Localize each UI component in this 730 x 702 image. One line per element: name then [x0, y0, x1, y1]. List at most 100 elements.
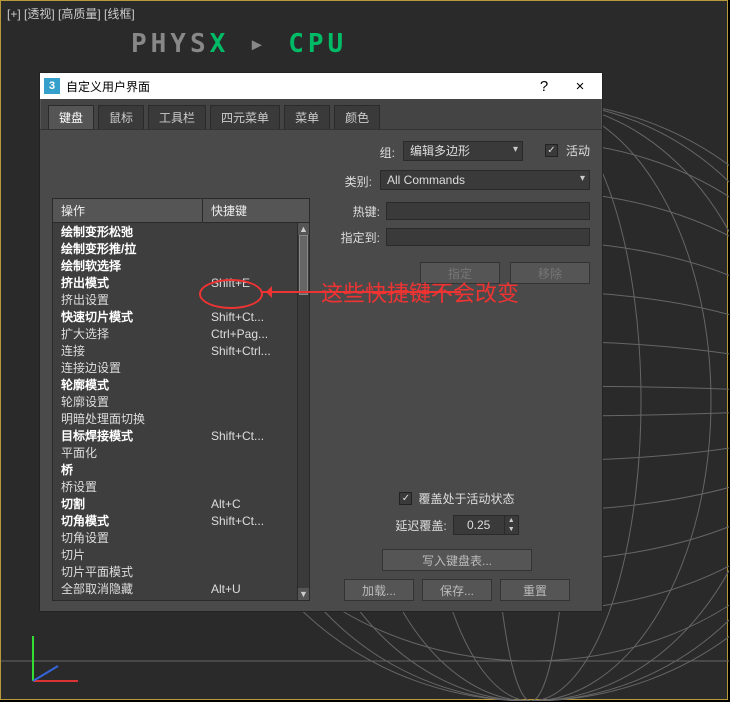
app-icon: 3 [44, 78, 60, 94]
tab-keyboard[interactable]: 键盘 [48, 105, 94, 129]
assigned-label: 指定到: [324, 229, 380, 246]
list-item[interactable]: 切片平面模式 [53, 563, 297, 580]
group-select[interactable]: 编辑多边形 [403, 141, 523, 161]
list-item-shortcut: Shift+Ctrl... [203, 344, 297, 358]
list-item-shortcut: Ctrl+Pag... [203, 327, 297, 341]
list-item-action: 连接边设置 [53, 359, 203, 376]
chevron-up-icon[interactable]: ▲ [505, 516, 518, 525]
list-item[interactable]: 切割Alt+C [53, 495, 297, 512]
header-action[interactable]: 操作 [53, 199, 203, 222]
list-item[interactable]: 连接边设置 [53, 359, 297, 376]
list-item[interactable]: 桥 [53, 461, 297, 478]
action-list: 操作 快捷键 绘制变形松弛绘制变形推/拉绘制软选择挤出模式Shift+E挤出设置… [52, 198, 310, 601]
list-item-action: 平面化 [53, 444, 203, 461]
tab-color[interactable]: 颜色 [334, 105, 380, 129]
remove-button[interactable]: 移除 [510, 262, 590, 284]
list-item[interactable]: 轮廓模式 [53, 376, 297, 393]
list-item[interactable]: 快速切片模式Shift+Ct... [53, 308, 297, 325]
category-select[interactable]: All Commands [380, 170, 590, 190]
list-item-action: 扩大选择 [53, 325, 203, 342]
dialog-title: 自定义用户界面 [66, 78, 150, 95]
tab-quadmenu[interactable]: 四元菜单 [210, 105, 280, 129]
scroll-down-icon[interactable]: ▼ [298, 588, 309, 600]
list-item-action: 目标焊接模式 [53, 427, 203, 444]
list-item-action: 切角模式 [53, 512, 203, 529]
list-item-action: 挤出设置 [53, 291, 203, 308]
list-item-action: 绘制软选择 [53, 257, 203, 274]
scroll-up-icon[interactable]: ▲ [298, 223, 309, 235]
write-keyboard-button[interactable]: 写入键盘表... [382, 549, 532, 571]
list-item[interactable]: 扩大选择Ctrl+Pag... [53, 325, 297, 342]
help-button[interactable]: ? [526, 73, 562, 99]
list-item-action: 切片平面模式 [53, 563, 203, 580]
list-item-action: 明暗处理面切换 [53, 410, 203, 427]
list-item-action: 轮廓模式 [53, 376, 203, 393]
hotkey-label: 热键: [324, 203, 380, 220]
customize-ui-dialog: 3 自定义用户界面 ? × 键盘 鼠标 工具栏 四元菜单 菜单 颜色 组: 编辑… [39, 72, 603, 612]
list-item-action: 桥 [53, 461, 203, 478]
group-label: 组: [106, 140, 395, 161]
list-header[interactable]: 操作 快捷键 [53, 199, 309, 223]
list-item-action: 切角设置 [53, 529, 203, 546]
list-item-action: 绘制变形推/拉 [53, 240, 203, 257]
assigned-input[interactable] [386, 228, 590, 246]
right-panel: 热键: 指定到: 指定 移除 ✓ 覆盖处于活动状态 [324, 198, 590, 601]
list-item-action: 全部取消隐藏 [53, 580, 203, 597]
titlebar[interactable]: 3 自定义用户界面 ? × [40, 73, 602, 99]
list-item-action: 切片 [53, 546, 203, 563]
list-item[interactable]: 目标焊接模式Shift+Ct... [53, 427, 297, 444]
viewport-label[interactable]: [+] [透视] [高质量] [线框] [7, 5, 135, 22]
header-shortcut[interactable]: 快捷键 [203, 199, 309, 222]
hotkey-input[interactable] [386, 202, 590, 220]
override-label: 覆盖处于活动状态 [418, 490, 514, 507]
override-checkbox[interactable]: ✓ [399, 492, 412, 505]
list-item[interactable]: 明暗处理面切换 [53, 410, 297, 427]
list-item-action: 连接 [53, 342, 203, 359]
list-item-action: 桥设置 [53, 478, 203, 495]
list-item[interactable]: 桥设置 [53, 478, 297, 495]
list-item-action: 绘制变形松弛 [53, 223, 203, 240]
reset-button[interactable]: 重置 [500, 579, 570, 601]
list-item[interactable]: 切角设置 [53, 529, 297, 546]
physx-logo: PHYSX ▸ CPU [131, 29, 347, 59]
tab-toolbar[interactable]: 工具栏 [148, 105, 206, 129]
list-item-action: 轮廓设置 [53, 393, 203, 410]
list-item-shortcut: Alt+C [203, 497, 297, 511]
list-item[interactable]: 挤出模式Shift+E [53, 274, 297, 291]
list-item[interactable]: 全部取消隐藏Alt+U [53, 580, 297, 597]
active-checkbox[interactable]: ✓ [545, 144, 558, 157]
axis-gizmo[interactable] [23, 621, 93, 691]
list-item[interactable]: 连接Shift+Ctrl... [53, 342, 297, 359]
list-item[interactable]: 切片 [53, 546, 297, 563]
list-item-action: 挤出模式 [53, 274, 203, 291]
close-button[interactable]: × [562, 73, 598, 99]
list-item[interactable]: 挤出设置 [53, 291, 297, 308]
list-item-shortcut: Alt+U [203, 582, 297, 596]
viewport: [+] [透视] [高质量] [线框] PHYSX ▸ CPU 3 自定义用户界… [0, 0, 728, 700]
list-item-shortcut: Shift+E [203, 276, 297, 290]
delay-label: 延迟覆盖: [395, 517, 446, 534]
tab-bar: 键盘 鼠标 工具栏 四元菜单 菜单 颜色 [40, 99, 602, 130]
tab-mouse[interactable]: 鼠标 [98, 105, 144, 129]
dialog-body: 组: 编辑多边形 ✓ 活动 类别: All Commands 操作 快捷键 绘制… [40, 130, 602, 611]
list-item[interactable]: 轮廓设置 [53, 393, 297, 410]
list-item-action: 切割 [53, 495, 203, 512]
list-scrollbar[interactable]: ▲ ▼ [297, 223, 309, 600]
scroll-thumb[interactable] [299, 235, 308, 295]
active-checkbox-label: 活动 [566, 142, 590, 159]
list-item-action: 快速切片模式 [53, 308, 203, 325]
list-item[interactable]: 切角模式Shift+Ct... [53, 512, 297, 529]
save-button[interactable]: 保存... [422, 579, 492, 601]
tab-menu[interactable]: 菜单 [284, 105, 330, 129]
list-item-shortcut: Shift+Ct... [203, 429, 297, 443]
list-item[interactable]: 平面化 [53, 444, 297, 461]
list-item[interactable]: 绘制变形松弛 [53, 223, 297, 240]
list-item-shortcut: Shift+Ct... [203, 514, 297, 528]
list-item[interactable]: 绘制变形推/拉 [53, 240, 297, 257]
assign-button[interactable]: 指定 [420, 262, 500, 284]
load-button[interactable]: 加载... [344, 579, 414, 601]
list-item-shortcut: Shift+Ct... [203, 310, 297, 324]
chevron-down-icon[interactable]: ▼ [505, 525, 518, 534]
delay-spinner[interactable]: 0.25 ▲▼ [453, 515, 519, 535]
list-item[interactable]: 绘制软选择 [53, 257, 297, 274]
